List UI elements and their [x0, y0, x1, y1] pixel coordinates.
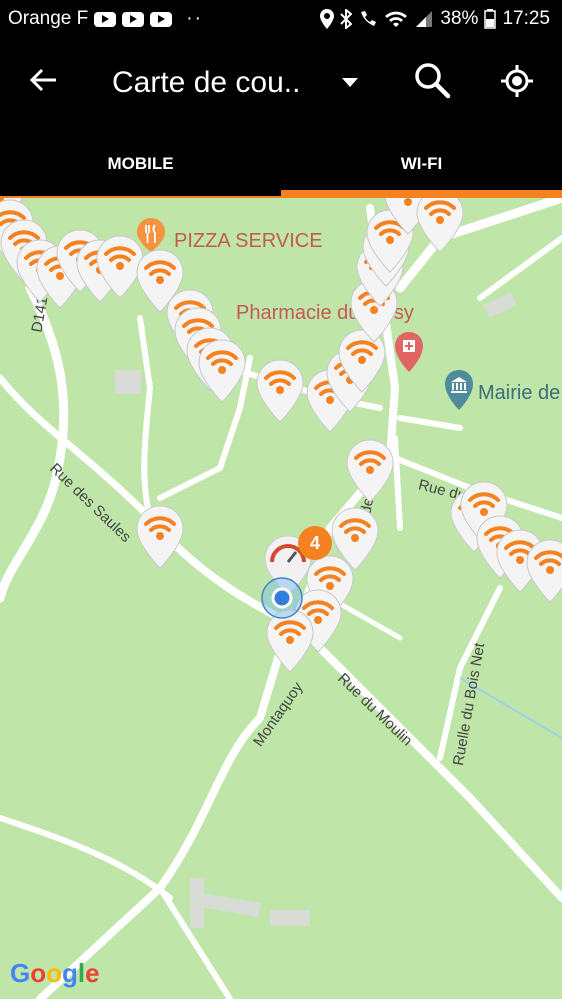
poi-label-pizza: PIZZA SERVICE — [174, 230, 323, 252]
cluster-count-badge: 4 — [298, 526, 332, 560]
coverage-map[interactable]: PIZZA SERVICE Pharmacie du Boisy Mairie … — [0, 198, 562, 999]
user-location-icon — [261, 577, 303, 619]
search-icon[interactable] — [412, 60, 452, 100]
wifi-hotspot-pin[interactable] — [525, 538, 562, 604]
youtube-notification-icon — [94, 11, 117, 27]
tab-bar: MOBILE WI-FI — [0, 130, 562, 198]
battery-percent: 38% — [440, 8, 479, 29]
map-type-title[interactable]: Carte de cou.. — [112, 66, 300, 100]
wifi-hotspot-pin[interactable] — [345, 438, 395, 504]
carrier-name: Orange F — [8, 8, 89, 29]
more-notifications-icon: ·· — [186, 8, 203, 29]
poi-label-mairie: Mairie de — [478, 382, 561, 404]
wifi-calling-icon — [361, 11, 377, 26]
city-hall-poi-icon[interactable] — [444, 370, 474, 410]
back-arrow-icon[interactable] — [28, 64, 60, 96]
app-bar: Carte de cou.. — [0, 38, 562, 130]
google-logo: Google — [10, 958, 100, 988]
tab-selected-indicator — [281, 190, 562, 197]
youtube-notification-icon — [122, 11, 145, 27]
location-icon — [320, 9, 335, 29]
status-bar: Orange F ·· 38% 17:25 — [0, 0, 562, 38]
tab-mobile[interactable]: MOBILE — [0, 130, 281, 198]
wifi-signal-icon — [385, 11, 408, 27]
dropdown-caret-icon[interactable] — [342, 78, 358, 87]
youtube-notification-icon — [150, 11, 173, 27]
wifi-hotspot-pin[interactable] — [197, 338, 247, 404]
tab-wifi[interactable]: WI-FI — [281, 130, 562, 198]
battery-icon — [484, 9, 497, 29]
my-location-icon[interactable] — [500, 64, 534, 98]
cell-signal-icon — [416, 11, 433, 27]
clock: 17:25 — [502, 8, 550, 29]
wifi-hotspot-pin[interactable] — [135, 504, 185, 570]
wifi-hotspot-pin[interactable] — [255, 358, 305, 424]
bluetooth-icon — [340, 9, 353, 29]
wifi-hotspot-pin[interactable] — [415, 198, 465, 254]
